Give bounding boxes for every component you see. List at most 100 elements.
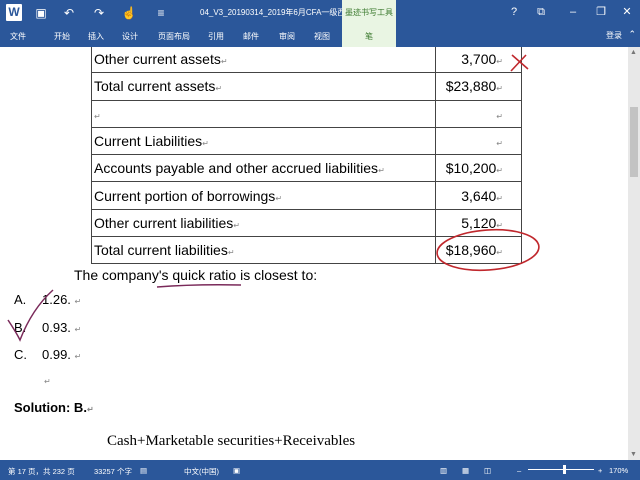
tab-layout[interactable]: 页面布局 [152,26,196,47]
paragraph-mark-icon: ↵ [496,111,503,121]
zoom-out-icon[interactable]: – [517,466,521,475]
paragraph-mark-icon: ↵ [74,297,82,306]
paragraph-mark-icon: ↵ [496,84,503,94]
help-icon[interactable]: ? [503,3,525,21]
tab-mailings[interactable]: 邮件 [236,26,266,47]
row-value: $18,960 [445,242,497,259]
question-text: The company's quick ratio is closest to: [74,267,317,283]
tab-pen[interactable]: 笔 [342,26,396,47]
paragraph-mark-icon: ↵ [378,166,385,176]
row-label-cell: Other current liabilities↵ [91,208,436,238]
tab-references[interactable]: 引用 [202,26,230,47]
tab-design[interactable]: 设计 [116,26,144,47]
scroll-up-icon[interactable]: ▲ [630,49,637,56]
proofing-icon[interactable]: ▤ [140,466,147,475]
vertical-scrollbar[interactable]: ▲ ▼ [628,47,640,460]
ribbon-display-options-icon[interactable]: ⧉ [530,3,552,21]
row-label: Total current liabilities [94,242,228,259]
paragraph-mark-icon: ↵ [74,325,82,334]
option-letter: A. [14,292,27,307]
word-logo-icon: W [6,4,22,21]
save-icon[interactable]: ▣ [32,4,50,22]
row-value-cell: $18,960↵ [435,236,522,265]
macro-recording-icon[interactable]: ▣ [233,466,240,475]
touch-mode-icon[interactable]: ☝ [120,4,138,22]
paragraph-mark-icon: ↵ [496,57,503,67]
zoom-in-icon[interactable]: + [598,466,602,475]
zoom-slider[interactable] [528,469,594,470]
row-label: Total current assets [94,78,216,95]
redo-icon[interactable]: ↷ [90,4,108,22]
row-value-cell: 3,640↵ [435,181,522,210]
row-value: 3,700 [461,51,497,68]
option-value: 1.26. [42,292,71,307]
word-count[interactable]: 33257 个字 [94,466,132,477]
row-label: Other current liabilities [94,214,234,231]
undo-icon[interactable]: ↶ [60,4,78,22]
option-a: A. 1.26. ↵ [14,292,81,307]
paragraph-mark-icon: ↵ [202,139,209,149]
row-label: Current Liabilities [94,133,203,150]
table-row: Accounts payable and other accrued liabi… [91,154,522,183]
restore-button[interactable]: ❐ [590,3,612,21]
tab-file[interactable]: 文件 [0,26,36,47]
paragraph-mark-icon: ↵ [86,405,94,414]
row-label-cell: Other current assets↵ [91,47,436,74]
scrollbar-thumb[interactable] [630,107,638,177]
row-value: 3,640 [461,187,497,204]
tab-insert[interactable]: 插入 [82,26,110,47]
table-row: Current Liabilities↵ ↵ [91,126,522,156]
ink-underline-quick-ratio [156,284,242,288]
row-value-cell: $10,200↵ [435,154,522,183]
minimize-button[interactable]: – [562,3,584,21]
status-bar: 第 17 页，共 232 页 33257 个字 ▤ 中文(中国) ▣ ▥ ▦ ◫… [0,460,640,480]
title-bar: W ▣ ↶ ↷ ☝ ≡ 04_V3_20190314_2019年6月CFA一级西… [0,0,640,26]
language-indicator[interactable]: 中文(中国) [184,466,219,477]
paragraph-mark-icon: ↵ [496,166,503,176]
paragraph-mark-icon: ↵ [275,193,283,203]
row-label-cell: Total current liabilities↵ [91,236,436,265]
paragraph-mark-icon: ↵ [227,248,235,258]
ribbon-tab-bar: 文件 开始 插入 设计 页面布局 引用 邮件 审阅 视图 笔 登录 ⌃ [0,26,640,47]
zoom-slider-thumb[interactable] [563,465,566,474]
row-value: $10,200 [445,160,497,177]
row-label-cell: ↵ [91,99,436,128]
sign-in-link[interactable]: 登录 [606,30,622,41]
paragraph-mark-icon: ↵ [496,193,503,203]
print-layout-icon[interactable]: ▦ [462,466,469,475]
table-row: ↵ ↵ [91,99,522,128]
tab-home[interactable]: 开始 [48,26,76,47]
row-label-cell: Current Liabilities↵ [91,126,436,156]
row-value: $23,880 [445,78,497,95]
document-page[interactable]: Other current assets↵ 3,700↵ Total current… [0,47,628,460]
zoom-level[interactable]: 170% [609,466,628,475]
paragraph-mark-icon: ↵ [94,111,101,121]
formula-numerator: Cash+Marketable securities+Receivables [107,433,356,449]
tab-view[interactable]: 视图 [307,26,337,47]
table-row: Total current assets↵ $23,880↵ [91,72,522,101]
table-row: Current portion of borrowings↵ 3,640↵ [91,181,522,210]
row-label-cell: Accounts payable and other accrued liabi… [91,154,436,183]
paragraph-mark-icon: ↵ [215,84,223,94]
option-letter: C. [14,347,27,362]
scroll-down-icon[interactable]: ▼ [630,451,637,458]
web-layout-icon[interactable]: ◫ [484,466,491,475]
solution-label: Solution: B. [14,400,87,415]
read-mode-icon[interactable]: ▥ [440,466,447,475]
row-label: Accounts payable and other accrued liabi… [94,160,379,177]
ink-tools-contextual-tab: 墨迹书写工具 [342,0,396,26]
row-value-cell: ↵ [435,126,522,156]
option-value: 0.99. [42,347,71,362]
solution-text: Solution: B.↵ [14,400,94,415]
customize-quick-access-icon[interactable]: ≡ [152,4,170,22]
close-button[interactable]: ✕ [616,3,638,21]
collapse-ribbon-icon[interactable]: ⌃ [628,29,636,40]
paragraph-mark-icon: ↵ [44,377,51,386]
page-count[interactable]: 第 17 页，共 232 页 [8,466,75,477]
tab-review[interactable]: 审阅 [272,26,302,47]
option-letter: B. [14,320,27,335]
row-label: Current portion of borrowings [94,187,276,204]
row-value: 5,120 [461,214,497,231]
row-value-cell: ↵ [435,99,522,128]
table-row: Other current liabilities↵ 5,120↵ [91,208,522,238]
